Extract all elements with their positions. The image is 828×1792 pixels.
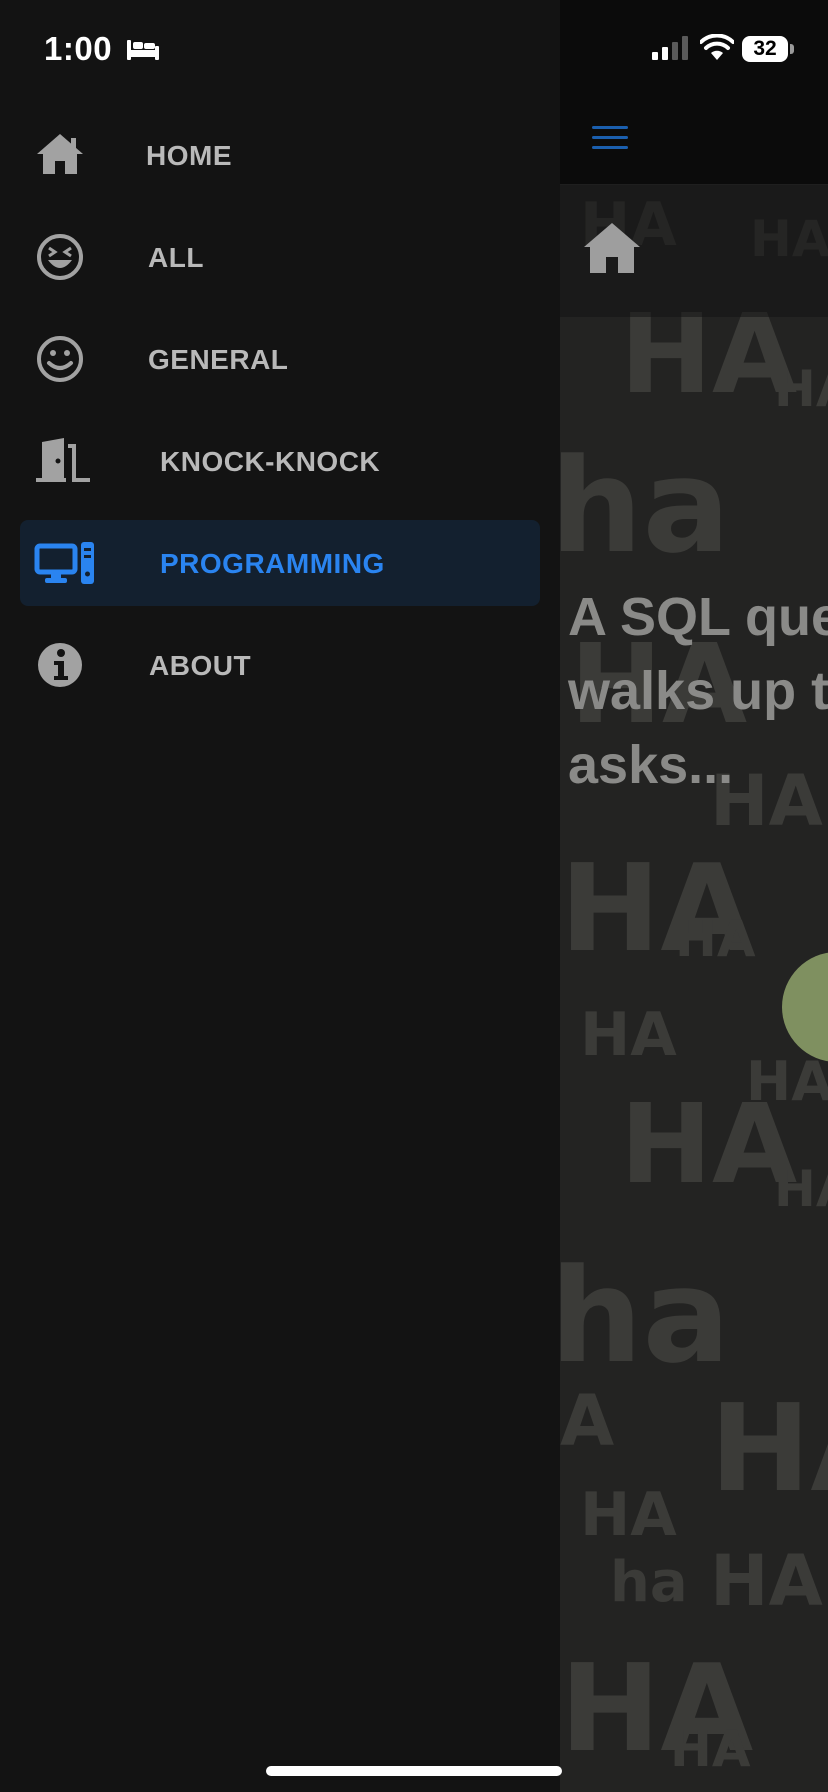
drawer-item-knock-knock[interactable]: KNOCK-KNOCK — [20, 418, 540, 504]
signal-icon — [652, 36, 688, 60]
smile-icon — [37, 336, 83, 382]
menu-icon[interactable] — [592, 126, 628, 152]
drawer-item-label: PROGRAMMING — [160, 548, 385, 579]
bed-icon — [127, 40, 159, 60]
home-icon — [37, 134, 83, 174]
computer-icon — [34, 542, 94, 584]
action-button[interactable] — [782, 952, 828, 1062]
drawer-item-about[interactable]: ABOUT — [20, 622, 540, 708]
door-icon — [36, 438, 90, 482]
battery-icon: 32 — [742, 36, 788, 62]
drawer-item-label: HOME — [146, 140, 232, 171]
battery-level: 32 — [753, 37, 777, 60]
drawer-item-home[interactable]: HOME — [20, 112, 540, 198]
home-icon[interactable] — [582, 221, 642, 275]
laughing-face-icon — [37, 234, 83, 280]
drawer-item-general[interactable]: GENERAL — [20, 316, 540, 402]
drawer-item-label: ALL — [148, 242, 204, 273]
drawer-item-label: GENERAL — [148, 344, 289, 375]
app-header — [560, 0, 828, 185]
battery-nub — [790, 44, 794, 54]
drawer-item-label: ABOUT — [149, 650, 252, 681]
joke-preview[interactable]: A SQL que walks up t asks... — [568, 580, 828, 802]
wifi-icon — [700, 34, 734, 60]
drawer-item-all[interactable]: ALL — [20, 214, 540, 300]
main-content: HA HA HA HA ha HA HA HA HA HA HA HA HA h… — [560, 0, 828, 1792]
home-shortcut-bar — [560, 185, 828, 317]
info-icon — [38, 643, 82, 687]
drawer-item-programming[interactable]: PROGRAMMING — [20, 520, 540, 606]
drawer-item-label: KNOCK-KNOCK — [160, 446, 381, 477]
home-indicator[interactable] — [266, 1766, 562, 1776]
navigation-drawer: HOME ALL GENERAL KNOCK-KNOCK PROGRAMMING… — [0, 0, 560, 1792]
status-time: 1:00 — [44, 30, 113, 67]
